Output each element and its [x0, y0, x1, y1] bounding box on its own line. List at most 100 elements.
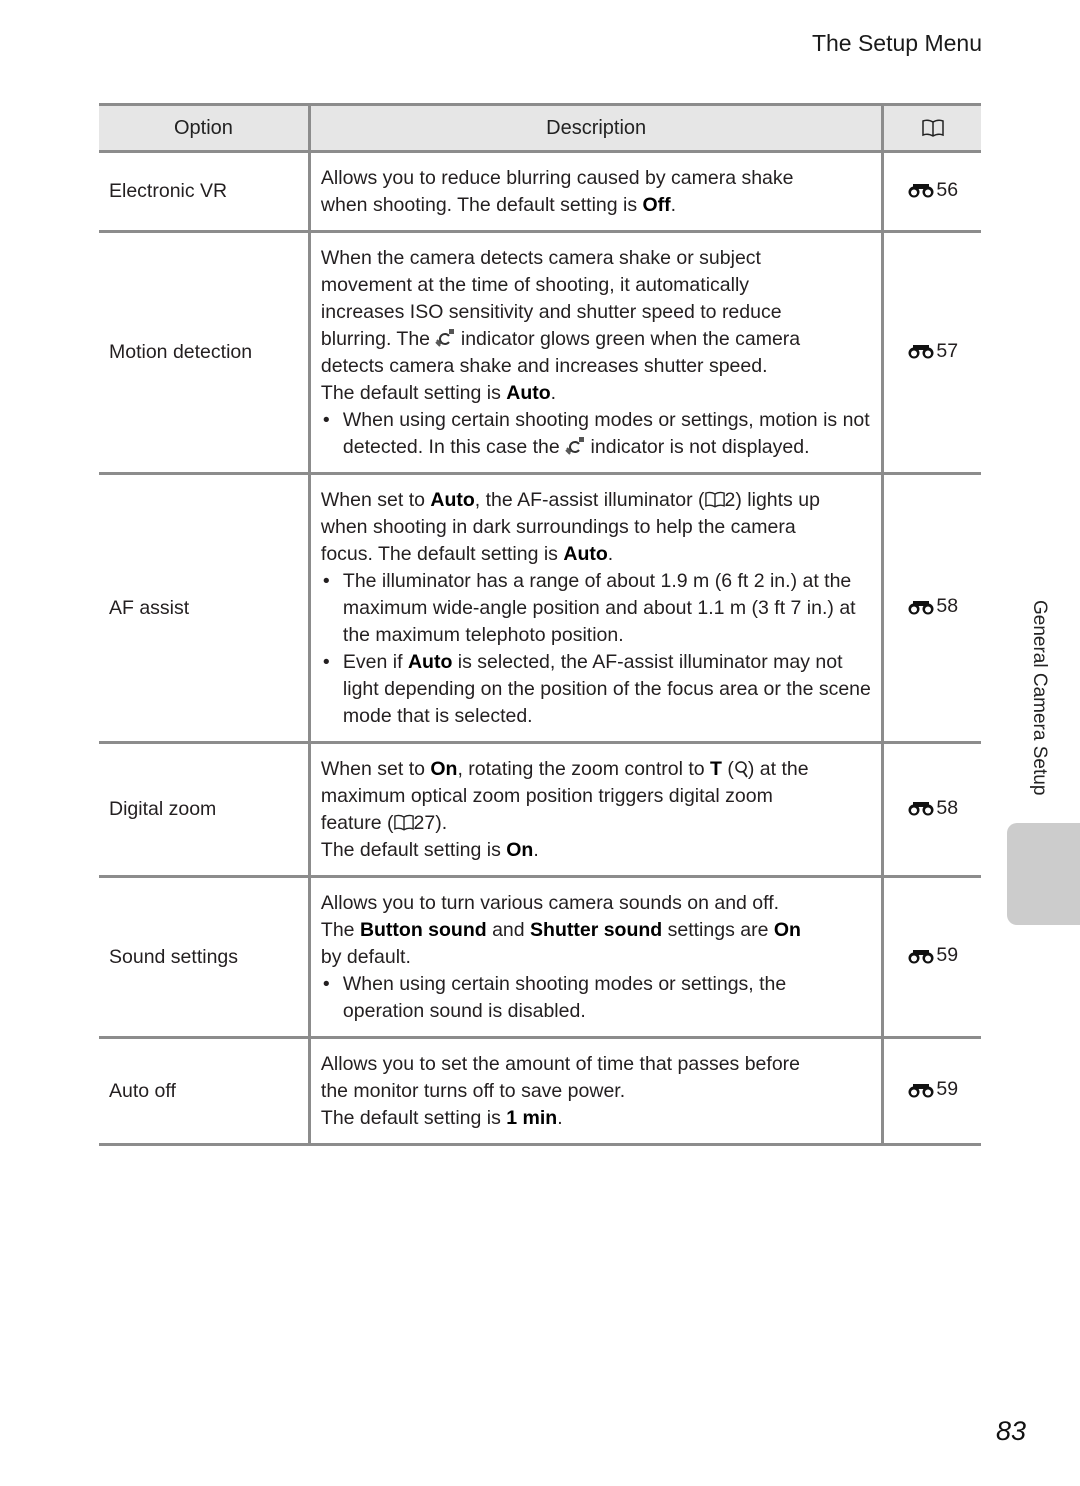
bold-value: On — [430, 758, 458, 780]
description-line: When the camera detects camera shake or … — [321, 245, 872, 272]
text-fragment: . — [550, 382, 557, 404]
option-name: Auto off — [99, 1037, 310, 1146]
section-side-tab-label: General Camera Setup — [1029, 600, 1050, 796]
binoculars-reference-icon — [908, 949, 934, 964]
page-reference[interactable]: 2 — [725, 489, 736, 511]
text-fragment: detects camera shake and increases shutt… — [320, 355, 768, 377]
description-line: feature ( 27). — [321, 810, 872, 837]
option-name: AF assist — [99, 473, 310, 744]
reference-cell[interactable]: 59 — [882, 876, 981, 1039]
description-line: When set to Auto, the AF-assist illumina… — [321, 487, 872, 514]
column-header-option: Option — [99, 103, 310, 153]
text-fragment: indicator is not displayed. — [585, 436, 810, 458]
text-fragment: focus. The default setting is — [320, 543, 564, 565]
text-fragment: when shooting in dark surroundings to he… — [320, 516, 796, 538]
text-fragment: ( — [721, 758, 734, 780]
table-header-row: Option Description — [99, 103, 981, 153]
reference-page[interactable]: 59 — [936, 1076, 958, 1103]
description-line: by default. — [321, 944, 872, 971]
motion-detection-icon — [565, 437, 585, 455]
text-fragment: ) lights up — [735, 489, 820, 511]
text-fragment: The default setting is — [320, 382, 507, 404]
text-fragment: Even if — [342, 651, 408, 673]
description-line: focus. The default setting is Auto. — [321, 541, 872, 568]
reference-page[interactable]: 58 — [936, 795, 958, 822]
text-fragment: maximum optical zoom position triggers d… — [320, 785, 773, 807]
text-fragment: Allows you to turn various camera sounds… — [320, 892, 780, 914]
text-fragment: The — [320, 919, 360, 941]
reference-cell[interactable]: 58 — [882, 473, 981, 744]
bullet-item: When using certain shooting modes or set… — [321, 407, 872, 461]
bullet-item: Even if Auto is selected, the AF-assist … — [321, 649, 872, 730]
text-fragment: ) at the — [747, 758, 809, 780]
reference-cell[interactable]: 58 — [882, 742, 981, 878]
book-icon — [921, 119, 944, 138]
page-reference[interactable]: 27 — [414, 812, 436, 834]
text-fragment: . — [670, 194, 677, 216]
reference-cell[interactable]: 56 — [882, 151, 981, 233]
magnify-icon — [735, 761, 748, 778]
description-line: when shooting in dark surroundings to he… — [321, 514, 872, 541]
option-description: Allows you to set the amount of time tha… — [307, 1037, 885, 1146]
reference-cell[interactable]: 59 — [882, 1037, 981, 1146]
text-fragment: indicator glows green when the camera — [455, 328, 801, 350]
binoculars-reference-icon — [908, 802, 934, 816]
option-description: When the camera detects camera shake or … — [307, 231, 885, 475]
description-line: the monitor turns off to save power. — [321, 1078, 872, 1105]
binoculars-reference-icon — [908, 600, 934, 615]
page-number: 83 — [996, 1416, 1027, 1446]
text-fragment: The illuminator has a range of about 1.9… — [342, 570, 856, 646]
table-row: Digital zoom When set to On, rotating the… — [99, 742, 981, 878]
reference-page[interactable]: 56 — [936, 177, 958, 204]
bold-value: Auto — [563, 543, 608, 565]
text-fragment: , rotating the zoom control to — [457, 758, 711, 780]
text-fragment: feature ( — [320, 812, 394, 834]
page-title: The Setup Menu — [811, 30, 982, 56]
book-icon — [393, 814, 414, 831]
text-fragment: . — [557, 1107, 563, 1129]
binoculars-reference-icon — [908, 1083, 934, 1098]
section-side-tab — [1007, 823, 1080, 925]
table-row: Motion detection When the camera detects … — [99, 231, 981, 475]
book-icon — [704, 491, 725, 508]
bold-value: Shutter sound — [530, 919, 663, 941]
bold-value: Auto — [407, 651, 453, 673]
option-description: When set to On, rotating the zoom contro… — [307, 742, 885, 878]
description-line: The default setting is Auto. — [321, 380, 872, 407]
option-description: When set to Auto, the AF-assist illumina… — [307, 473, 885, 744]
text-fragment: ). — [435, 812, 448, 834]
bullet-item: The illuminator has a range of about 1.9… — [321, 568, 872, 649]
description-line: Allows you to reduce blurring caused by … — [321, 165, 872, 192]
motion-detection-icon — [435, 329, 455, 347]
description-line: detects camera shake and increases shutt… — [321, 353, 872, 380]
reference-cell[interactable]: 57 — [882, 231, 981, 475]
table-row: Electronic VR Allows you to reduce blurri… — [99, 151, 981, 233]
description-line: The default setting is On. — [321, 837, 872, 864]
description-line: The Button sound and Shutter sound setti… — [321, 917, 872, 944]
text-fragment: When the camera detects camera shake or … — [320, 247, 761, 269]
text-fragment: movement at the time of shooting, it aut… — [320, 274, 750, 296]
option-name: Sound settings — [99, 876, 310, 1039]
option-name: Motion detection — [99, 231, 310, 475]
description-line: when shooting. The default setting is Of… — [321, 192, 872, 219]
option-description: Allows you to turn various camera sounds… — [307, 876, 885, 1039]
text-fragment: When set to — [320, 489, 431, 511]
bold-value: On — [506, 839, 534, 861]
text-fragment: The default setting is — [320, 1107, 507, 1129]
bold-value: Button sound — [359, 919, 487, 941]
column-header-description: Description — [307, 103, 885, 153]
description-line: Allows you to set the amount of time tha… — [321, 1051, 872, 1078]
text-fragment: When set to — [320, 758, 431, 780]
bullet-item: When using certain shooting modes or set… — [321, 971, 872, 1025]
table-row: Sound settings Allows you to turn various… — [99, 876, 981, 1039]
description-line: movement at the time of shooting, it aut… — [321, 272, 872, 299]
table-row: Auto off Allows you to set the amount of … — [99, 1037, 981, 1146]
bold-value: T — [710, 758, 722, 780]
description-line: The default setting is 1 min. — [321, 1105, 872, 1132]
text-fragment: settings are — [662, 919, 774, 941]
reference-page[interactable]: 58 — [936, 593, 958, 620]
bold-value: On — [773, 919, 801, 941]
reference-page[interactable]: 57 — [936, 338, 958, 365]
reference-page[interactable]: 59 — [936, 942, 958, 969]
column-header-reference — [882, 103, 981, 153]
